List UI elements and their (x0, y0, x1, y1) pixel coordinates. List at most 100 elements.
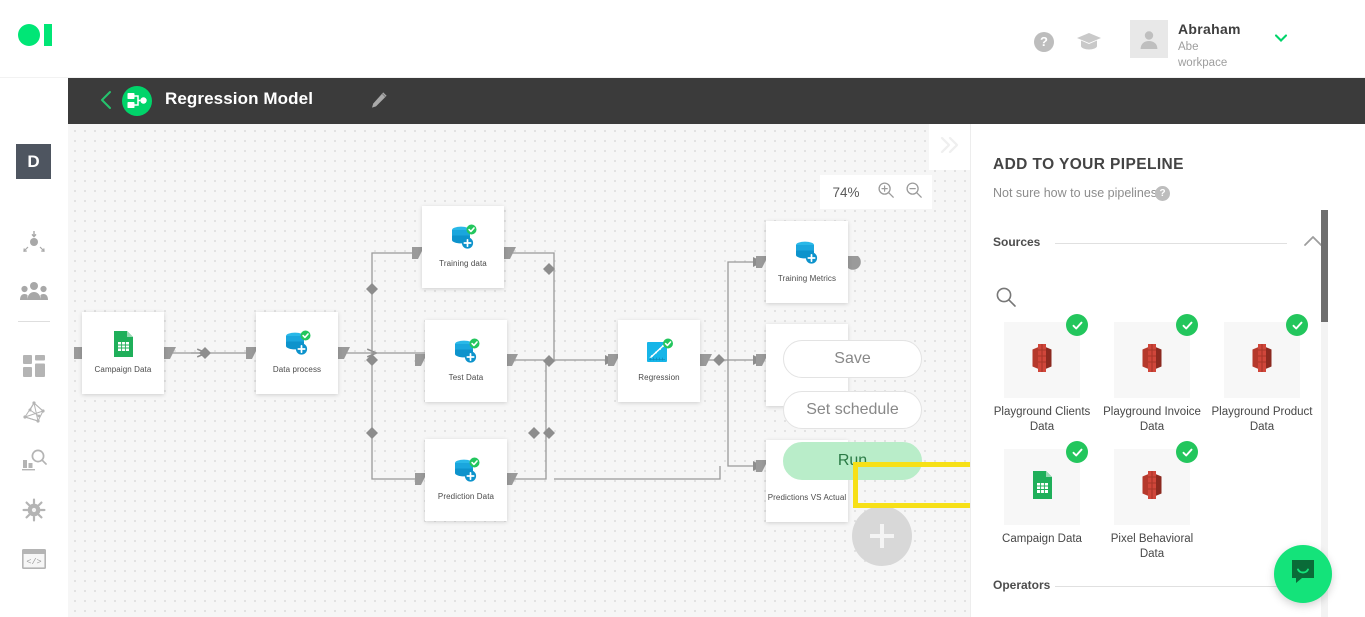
node-label: Predictions VS Actual (767, 493, 847, 502)
sidebar-item-ai[interactable] (18, 496, 50, 528)
selected-check-icon (1176, 441, 1198, 463)
card-label: Campaign Data (1002, 533, 1082, 545)
pipeline-node[interactable]: Regression (618, 320, 700, 402)
redshift-icon (1135, 468, 1169, 507)
pipeline-node[interactable]: Training data (422, 206, 504, 288)
brain-ai-icon (22, 498, 46, 527)
panel-help-icon[interactable]: ? (1155, 186, 1170, 201)
node-label: Campaign Data (94, 365, 152, 374)
selected-check-icon (1066, 314, 1088, 336)
svg-text:</>: </> (26, 557, 41, 567)
card-tile (1114, 441, 1198, 525)
sidebar-item-network-graph[interactable] (18, 398, 50, 430)
card-tile (1004, 441, 1088, 525)
left-sidebar: D </> (0, 78, 68, 617)
pipeline-canvas[interactable]: Campaign Data Data process Training data… (68, 124, 970, 617)
section-rule (1055, 243, 1287, 244)
dashboard-grid-icon (22, 354, 46, 383)
chevron-up-icon[interactable] (1303, 234, 1323, 252)
intercom-chat-button[interactable] (1274, 545, 1332, 603)
selected-check-icon (1176, 314, 1198, 336)
operators-label: Operators (993, 578, 1051, 592)
logo-dot-icon (18, 24, 40, 46)
node-label: Test Data (448, 373, 484, 382)
pipeline-node[interactable]: Prediction Data (425, 439, 507, 521)
source-card[interactable]: Pixel Behavioral Data (1097, 441, 1207, 562)
analytics-search-icon (21, 447, 47, 478)
source-card[interactable]: Campaign Data (987, 441, 1097, 547)
pipeline-node[interactable]: Campaign Data (82, 312, 164, 394)
zoom-out-icon[interactable] (900, 181, 928, 204)
add-to-pipeline-panel: ADD TO YOUR PIPELINE Not sure how to use… (970, 124, 1365, 617)
double-chevron-right-icon (939, 136, 961, 159)
redshift-icon (1245, 341, 1279, 380)
database-plain-icon (792, 238, 822, 268)
sidebar-divider (18, 321, 50, 322)
selected-check-icon (1286, 314, 1308, 336)
pipeline-actions: Save Set schedule Run (783, 340, 928, 493)
source-card[interactable]: Playground Product Data (1207, 314, 1317, 435)
back-chevron-icon[interactable] (96, 89, 118, 111)
panel-scrollbar-thumb[interactable] (1321, 210, 1328, 322)
source-card-list: Playground Clients Data Playground Invoi… (987, 314, 1317, 576)
database-add-icon (451, 456, 481, 486)
set-schedule-button[interactable]: Set schedule (783, 391, 922, 429)
card-label: Playground Product Data (1211, 406, 1313, 433)
zoom-in-icon[interactable] (872, 181, 900, 204)
operators-section-header: Operators (993, 577, 1323, 595)
search-icon[interactable] (995, 286, 1017, 308)
database-add-icon (282, 329, 312, 359)
card-label: Playground Clients Data (993, 406, 1091, 433)
node-label: Data process (272, 365, 322, 374)
pencil-icon[interactable] (370, 91, 388, 109)
sidebar-workspace-badge[interactable]: D (16, 144, 51, 179)
sidebar-item-dashboards[interactable] (18, 352, 50, 384)
save-button[interactable]: Save (783, 340, 922, 378)
card-tile (1224, 314, 1308, 398)
pipeline-icon (122, 86, 152, 116)
logo-bar-icon (44, 24, 52, 46)
selected-check-icon (1066, 441, 1088, 463)
pipeline-node[interactable]: Test Data (425, 320, 507, 402)
sidebar-item-code[interactable]: </> (18, 545, 50, 577)
code-editor-icon: </> (21, 548, 47, 575)
run-button[interactable]: Run (783, 442, 922, 480)
zoom-controls: 74% (820, 175, 932, 209)
card-label: Pixel Behavioral Data (1110, 533, 1194, 560)
data-ingestion-icon (21, 229, 47, 260)
logo[interactable] (18, 24, 60, 46)
add-node-button[interactable] (852, 506, 912, 566)
user-workspace: Abe workpace (1178, 41, 1228, 69)
database-add-icon (451, 337, 481, 367)
panel-title: ADD TO YOUR PIPELINE (993, 156, 1184, 173)
sidebar-item-audiences[interactable] (18, 277, 50, 309)
collapse-panel-button[interactable] (929, 124, 970, 170)
card-tile (1114, 314, 1198, 398)
sidebar-item-analytics[interactable] (18, 446, 50, 478)
card-label: Playground Invoice Data (1103, 406, 1201, 433)
section-rule (1055, 586, 1287, 587)
node-label: Regression (638, 373, 680, 382)
user-info: Abraham Abe workpace (1178, 20, 1241, 71)
sidebar-item-data-ingestion[interactable] (18, 228, 50, 260)
redshift-icon (1135, 341, 1169, 380)
google-sheets-icon (108, 329, 138, 359)
help-icon[interactable]: ? (1034, 32, 1054, 52)
intercom-chat-icon (1288, 557, 1318, 592)
network-graph-icon (21, 399, 47, 430)
user-name: Abraham (1178, 21, 1241, 37)
source-card[interactable]: Playground Invoice Data (1097, 314, 1207, 435)
node-label: Prediction Data (437, 492, 495, 501)
pipeline-node[interactable]: Training Metrics (766, 221, 848, 303)
page-title: Regression Model (165, 89, 314, 108)
app-header: ? Abraham Abe workpace (0, 0, 1365, 78)
chevron-down-icon[interactable] (1274, 31, 1288, 45)
zoom-level: 74% (832, 184, 860, 200)
pipeline-node[interactable]: Data process (256, 312, 338, 394)
source-card[interactable]: Playground Clients Data (987, 314, 1097, 435)
panel-subtitle: Not sure how to use pipelines (993, 186, 1157, 200)
sources-section-header: Sources (993, 234, 1323, 252)
graduation-cap-icon[interactable] (1076, 30, 1102, 52)
redshift-icon (1025, 341, 1059, 380)
sources-label: Sources (993, 235, 1041, 249)
